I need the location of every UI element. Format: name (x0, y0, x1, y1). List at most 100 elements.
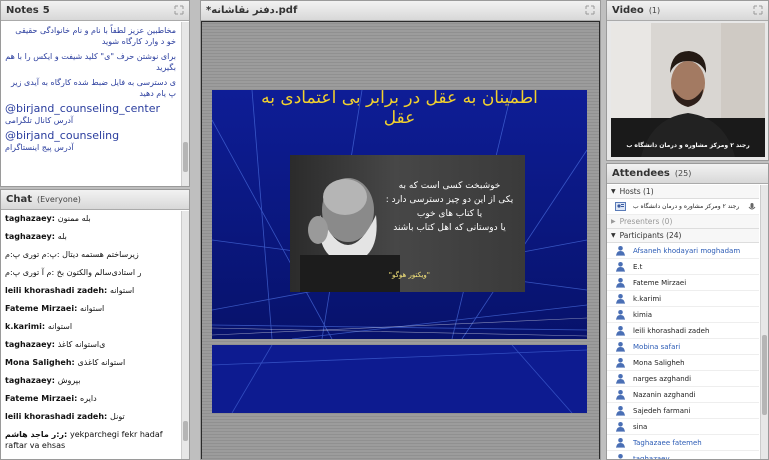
participant-row[interactable]: sina (607, 419, 759, 435)
chat-sender: Fateme Mirzaei: (5, 304, 81, 313)
collapse-arrow-icon[interactable]: ▼ (611, 232, 616, 239)
participant-row[interactable]: Afsaneh khodayari moghadam (607, 243, 759, 259)
participant-row[interactable]: Nazanin azghandi (607, 387, 759, 403)
notes-pod: Notes 5 مخاطبین عزیز لطفاً با نام و نام … (0, 0, 190, 187)
slide2-background (212, 345, 587, 413)
participant-name: taghazaey (633, 454, 670, 460)
participant-name: Fateme Mirzaei (633, 278, 687, 287)
chat-message: ر استادی‌سالم والکتون بخ :م آ توری پ:م (5, 267, 176, 278)
slide-page-2 (212, 345, 587, 413)
chat-sender: leili khorashadi zadeh: (5, 412, 111, 421)
participant-name: sina (633, 422, 648, 431)
participant-row[interactable]: Mona Saligheh (607, 355, 759, 371)
video-title: Video (612, 5, 644, 16)
slide-page-1: اطمینان به عقل در برابر بی اعتمادی به عق… (212, 90, 587, 339)
user-icon (616, 358, 625, 368)
notes-title: Notes (6, 5, 39, 16)
chat-messages: taghazaey: بله ممنون taghazaey: بله زیرساخ… (1, 211, 180, 459)
participant-row[interactable]: Sajedeh farmani (607, 403, 759, 419)
participant-name: Afsaneh khodayari moghadam (633, 246, 741, 255)
host-name: رجند ۲ ومرکز مشاوره و درمان دانشگاه ب (633, 203, 740, 210)
chat-text: بله (57, 232, 67, 241)
participant-name: kimia (633, 310, 653, 319)
chat-sender: k.karimi: (5, 322, 48, 331)
collapse-arrow-icon[interactable]: ▼ (611, 188, 616, 195)
chat-message: taghazaey: بله ممنون (5, 213, 176, 224)
participant-name: E.t (633, 262, 643, 271)
share-header: *دفتر نقاشانه.pdf (201, 1, 600, 21)
note-line: برای نوشتن حرف "ی" کلید شیفت و ایکس را ب… (5, 52, 176, 72)
notes-scrollbar[interactable] (181, 22, 189, 186)
chat-text: بله ممنون (57, 214, 91, 223)
participant-row[interactable]: leili khorashadi zadeh (607, 323, 759, 339)
pod-menu-icon[interactable] (174, 5, 184, 15)
presenters-group[interactable]: ▶ Presenters (0) (607, 215, 759, 229)
user-icon (616, 390, 625, 400)
attendees-scrollbar[interactable] (760, 185, 768, 459)
document-viewer[interactable]: اطمینان به عقل در برابر بی اعتمادی به عق… (202, 22, 599, 459)
chat-text: استوانه (47, 322, 73, 331)
participant-row[interactable]: Taghazaee fatemeh (607, 435, 759, 451)
notes-scroll-thumb[interactable] (183, 142, 188, 172)
video-count: (1) (648, 6, 661, 15)
quote-line: یکی از این دو چیز دسترسی دارد : (385, 195, 514, 205)
slide-title: اطمینان به عقل در برابر بی اعتمادی به عق… (212, 90, 587, 128)
chat-text: بپروش (57, 376, 81, 385)
chat-message: زیرساختم هستمه دیتال :پ:م توری پ:م (5, 249, 176, 260)
quote-image: خوشبخت کسی است که به یکی از این دو چیز دس… (290, 155, 525, 292)
user-icon (616, 406, 625, 416)
chat-scroll-thumb[interactable] (183, 421, 188, 441)
participant-row[interactable]: narges azghandi (607, 371, 759, 387)
user-icon (618, 454, 623, 459)
participants-group[interactable]: ▼ Participants (24) (607, 229, 759, 243)
chat-sender: taghazaey: (5, 232, 58, 241)
chat-message: k.karimi: استوانه (5, 321, 176, 332)
chat-sender: taghazaey: (5, 214, 58, 223)
attendees-scroll-thumb[interactable] (762, 335, 767, 415)
fullscreen-icon[interactable] (585, 5, 595, 15)
quote-line: خوشبخت کسی است که به (398, 181, 501, 191)
chat-scope[interactable]: (Everyone) (37, 195, 81, 204)
hosts-group[interactable]: ▼ Hosts (1) (607, 185, 759, 199)
participant-row[interactable]: Mobina safari (607, 339, 759, 355)
video-label: رجند ۲ ومرکز مشاوره و درمان دانشگاه ب (626, 142, 750, 149)
share-title: *دفتر نقاشانه.pdf (206, 5, 298, 16)
chat-text: دایره (80, 394, 97, 403)
video-pod: Video (1) رجند ۲ ومرکز مشاوره و درمان دا… (606, 0, 769, 161)
chat-sender: Mona Saligheh: (5, 358, 78, 367)
chat-message: ر:ر ماجد هاشم: yekparchegi fekr hadaf ra… (5, 429, 176, 451)
quote-line: یا کتاب های خوب (416, 209, 483, 219)
participant-name: Mobina safari (633, 342, 681, 351)
user-icon (616, 342, 625, 352)
note-line: آدرس کانال تلگرامی (5, 116, 74, 125)
user-icon (616, 326, 625, 336)
participant-row[interactable]: kimia (607, 307, 759, 323)
chat-sender: taghazaey: (5, 340, 58, 349)
participant-row[interactable]: Fateme Mirzaei (607, 275, 759, 291)
chat-header: Chat (Everyone) (1, 190, 189, 210)
chat-text: استوانه (80, 304, 105, 313)
microphone-icon[interactable] (747, 202, 757, 212)
video-header: Video (1) (607, 1, 768, 21)
chat-scrollbar[interactable] (181, 211, 189, 459)
note-line: آدرس پیج اینستاگرام (5, 143, 74, 152)
quote-author: "ویکتور هوگو" (388, 271, 430, 279)
webcam-feed[interactable]: رجند ۲ ومرکز مشاوره و درمان دانشگاه ب (611, 23, 765, 157)
participant-row[interactable]: k.karimi (607, 291, 759, 307)
chat-sender: taghazaey: (5, 376, 58, 385)
share-pod: *دفتر نقاشانه.pdf اطمینان به عقل در براب… (200, 0, 601, 460)
note-line: @birjand_counseling (5, 129, 120, 142)
notes-count: 5 (42, 5, 50, 16)
fullscreen-icon[interactable] (753, 5, 763, 15)
expand-arrow-icon[interactable]: ▶ (611, 218, 616, 225)
participant-name: Nazanin azghandi (633, 390, 696, 399)
participant-name: k.karimi (633, 294, 662, 303)
attendee-list: ▼ Hosts (1) رجند ۲ ومرکز مشاوره و درمان د… (607, 185, 759, 459)
chat-pod: Chat (Everyone) taghazaey: بله ممنون tagh… (0, 189, 190, 460)
participant-name: Sajedeh farmani (633, 406, 691, 415)
participant-row[interactable]: E.t (607, 259, 759, 275)
host-row[interactable]: رجند ۲ ومرکز مشاوره و درمان دانشگاه ب (607, 199, 759, 215)
participant-row[interactable]: taghazaey (607, 451, 759, 460)
participant-name: narges azghandi (633, 374, 692, 383)
chat-text: استوانه کاغذی (77, 358, 126, 367)
